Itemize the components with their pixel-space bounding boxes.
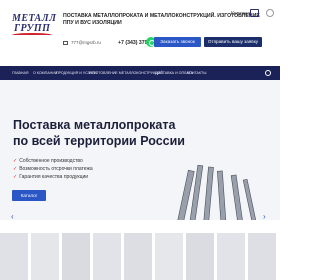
hero-title-line1: Поставка металлопроката: [13, 118, 176, 132]
nav-item-home[interactable]: Главная: [12, 71, 28, 75]
product-thumb[interactable]: [93, 233, 121, 280]
product-thumb[interactable]: [124, 233, 152, 280]
product-thumb[interactable]: [217, 233, 245, 280]
product-thumb[interactable]: [248, 233, 276, 280]
feature-item: ✓ Возможность отсрочки платежа: [13, 166, 93, 172]
product-thumb[interactable]: [155, 233, 183, 280]
nav-item-contacts[interactable]: Контакты: [187, 71, 206, 75]
send-request-button[interactable]: Отправить вашу заявку: [204, 37, 262, 47]
profile-icon[interactable]: [266, 9, 274, 17]
email-link[interactable]: 777@mgsrb.ru: [71, 40, 101, 45]
nav-item-about[interactable]: О компании: [33, 71, 57, 75]
product-thumb[interactable]: [0, 233, 28, 280]
feature-label: Гарантия качества продукции: [19, 174, 89, 180]
feature-item: ✓ Гарантия качества продукции: [13, 174, 88, 180]
logo[interactable]: МЕТАЛЛ ГРУПП: [12, 13, 56, 39]
catalog-button[interactable]: Каталог: [12, 190, 46, 201]
search-icon[interactable]: [265, 70, 271, 76]
site-header: МЕТАЛЛ ГРУПП ПОСТАВКА МЕТАЛЛОПРОКАТА И М…: [0, 0, 280, 66]
product-thumb[interactable]: [31, 233, 59, 280]
product-thumb[interactable]: [186, 233, 214, 280]
product-strip: [0, 220, 280, 280]
steel-pipes-image: [171, 165, 262, 220]
check-icon: ✓: [13, 158, 18, 164]
nav-item-fabrication[interactable]: Изготовление металлоконструкций: [89, 71, 163, 75]
mail-icon: [63, 41, 68, 45]
feature-label: Возможность отсрочки платежа: [19, 166, 93, 172]
hero-title-line2: по всей территории России: [13, 134, 185, 148]
check-icon: ✓: [13, 166, 18, 172]
request-call-button[interactable]: Заказать звонок: [154, 37, 201, 47]
main-nav: Главная О компании Продукция и услуги Из…: [0, 66, 280, 80]
feature-label: Собственное производство: [19, 158, 83, 164]
feature-item: ✓ Собственное производство: [13, 158, 83, 164]
cart-link[interactable]: Корзина: [231, 11, 250, 17]
logo-swoosh: [12, 33, 52, 37]
cart-icon[interactable]: [250, 9, 259, 17]
check-icon: ✓: [13, 174, 18, 180]
product-thumb[interactable]: [62, 233, 90, 280]
